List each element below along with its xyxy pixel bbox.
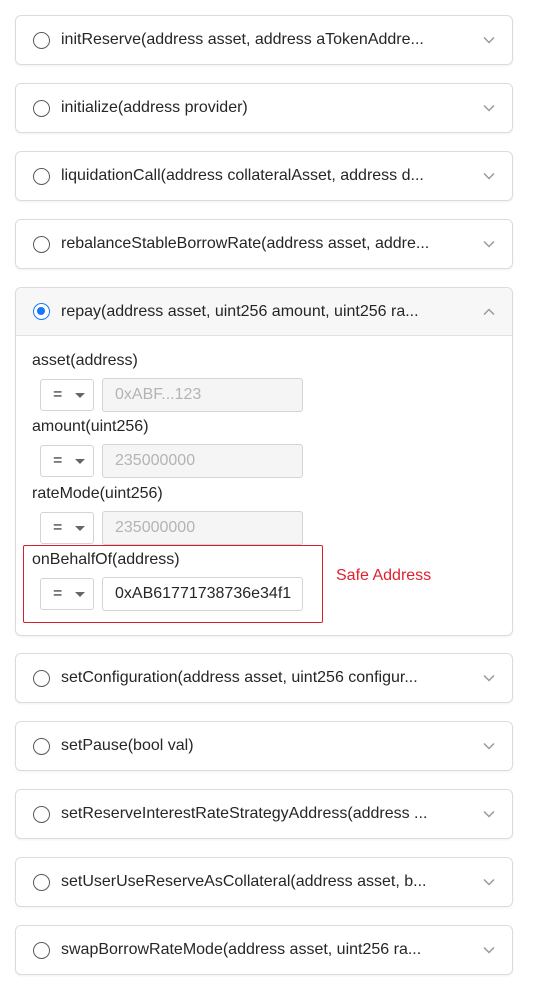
function-header[interactable]: liquidationCall(address collateralAsset,… — [16, 152, 512, 200]
operator-select-amount[interactable]: = — [40, 445, 94, 477]
chevron-up-icon[interactable] — [482, 305, 496, 319]
function-item-setreserveinterestratestrategyaddress[interactable]: setReserveInterestRateStrategyAddress(ad… — [15, 789, 513, 839]
value-input-ratemode[interactable] — [102, 511, 303, 545]
function-item-setconfiguration[interactable]: setConfiguration(address asset, uint256 … — [15, 653, 513, 703]
radio-button[interactable] — [33, 737, 50, 755]
function-item-setuserusereserveascollateral[interactable]: setUserUseReserveAsCollateral(address as… — [15, 857, 513, 907]
radio-button-selected[interactable] — [33, 303, 50, 320]
function-item-rebalancestableborrowrate[interactable]: rebalanceStableBorrowRate(address asset,… — [15, 219, 513, 269]
function-signature: setUserUseReserveAsCollateral(address as… — [61, 873, 427, 890]
caret-down-icon — [75, 459, 85, 464]
radio-button[interactable] — [33, 941, 50, 959]
operator-value: = — [53, 519, 63, 536]
chevron-down-icon[interactable] — [482, 739, 496, 753]
function-header[interactable]: initialize(address provider) — [16, 84, 512, 132]
function-header[interactable]: setReserveInterestRateStrategyAddress(ad… — [16, 790, 512, 838]
function-header[interactable]: repay(address asset, uint256 amount, uin… — [16, 288, 512, 336]
chevron-down-icon[interactable] — [482, 807, 496, 821]
value-input-amount[interactable] — [102, 444, 303, 478]
radio-button[interactable] — [33, 99, 50, 117]
function-signature: rebalanceStableBorrowRate(address asset,… — [61, 235, 430, 252]
chevron-down-icon[interactable] — [482, 671, 496, 685]
function-params: asset(address) = amount(uint256) = rateM… — [16, 336, 512, 634]
function-header[interactable]: setConfiguration(address asset, uint256 … — [16, 654, 512, 702]
param-label-ratemode: rateMode(uint256) — [32, 485, 163, 502]
radio-button[interactable] — [33, 167, 50, 185]
value-input-asset[interactable] — [102, 378, 303, 412]
function-header[interactable]: initReserve(address asset, address aToke… — [16, 16, 512, 64]
function-item-liquidationcall[interactable]: liquidationCall(address collateralAsset,… — [15, 151, 513, 201]
function-item-swapborrowratemode[interactable]: swapBorrowRateMode(address asset, uint25… — [15, 925, 513, 975]
function-signature: setPause(bool val) — [61, 737, 194, 754]
caret-down-icon — [75, 592, 85, 597]
radio-button[interactable] — [33, 873, 50, 891]
function-signature: liquidationCall(address collateralAsset,… — [61, 167, 424, 184]
function-signature: initialize(address provider) — [61, 99, 248, 116]
function-signature: setReserveInterestRateStrategyAddress(ad… — [61, 805, 428, 822]
value-input-onbehalfof[interactable]: 0xAB61771738736e34f1 — [102, 577, 303, 611]
function-header[interactable]: rebalanceStableBorrowRate(address asset,… — [16, 220, 512, 268]
function-item-setpause[interactable]: setPause(bool val) — [15, 721, 513, 771]
function-signature: repay(address asset, uint256 amount, uin… — [61, 302, 419, 320]
operator-select-asset[interactable]: = — [40, 379, 94, 411]
function-item-initreserve[interactable]: initReserve(address asset, address aToke… — [15, 15, 513, 65]
radio-button[interactable] — [33, 669, 50, 687]
function-item-repay[interactable]: repay(address asset, uint256 amount, uin… — [15, 287, 513, 636]
operator-value: = — [53, 585, 63, 602]
operator-select-onbehalfof[interactable]: = — [40, 578, 94, 610]
function-header[interactable]: swapBorrowRateMode(address asset, uint25… — [16, 926, 512, 974]
param-label-asset: asset(address) — [32, 352, 138, 369]
safe-address-annotation: Safe Address — [336, 567, 432, 584]
chevron-down-icon[interactable] — [482, 33, 496, 47]
chevron-down-icon[interactable] — [482, 875, 496, 889]
operator-select-ratemode[interactable]: = — [40, 512, 94, 544]
chevron-down-icon[interactable] — [482, 943, 496, 957]
chevron-down-icon[interactable] — [482, 169, 496, 183]
function-list: initReserve(address asset, address aToke… — [0, 0, 533, 996]
param-label-amount: amount(uint256) — [32, 418, 149, 435]
function-item-initialize[interactable]: initialize(address provider) — [15, 83, 513, 133]
chevron-down-icon[interactable] — [482, 237, 496, 251]
function-header[interactable]: setPause(bool val) — [16, 722, 512, 770]
caret-down-icon — [75, 393, 85, 398]
function-signature: initReserve(address asset, address aToke… — [61, 31, 424, 48]
operator-value: = — [53, 386, 63, 403]
caret-down-icon — [75, 526, 85, 531]
function-signature: setConfiguration(address asset, uint256 … — [61, 669, 418, 686]
function-signature: swapBorrowRateMode(address asset, uint25… — [61, 941, 422, 958]
function-header[interactable]: setUserUseReserveAsCollateral(address as… — [16, 858, 512, 906]
chevron-down-icon[interactable] — [482, 101, 496, 115]
param-label-onbehalfof: onBehalfOf(address) — [32, 551, 180, 568]
radio-button[interactable] — [33, 31, 50, 49]
operator-value: = — [53, 452, 63, 469]
radio-button[interactable] — [33, 805, 50, 823]
radio-button[interactable] — [33, 235, 50, 253]
